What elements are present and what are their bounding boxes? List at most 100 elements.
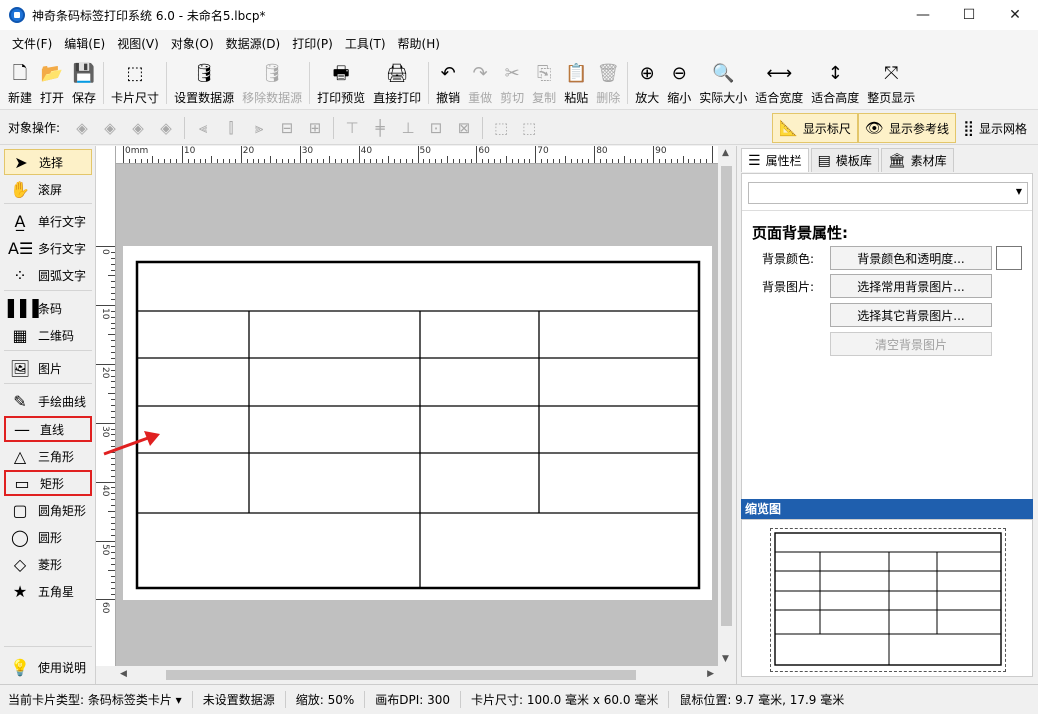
tab-label: 模板库 — [835, 154, 872, 168]
fit-height-button[interactable]: ↕ 适合高度 — [807, 58, 863, 108]
layer-bottom-icon[interactable]: ◈ — [155, 117, 177, 139]
scroll-up-icon[interactable]: ▲ — [722, 148, 729, 158]
remove-database-button[interactable]: 🛢 移除数据源 — [238, 58, 306, 108]
tab-template[interactable]: ▤ 模板库 — [810, 148, 879, 172]
tool-circle[interactable]: ◯ 圆形 — [4, 524, 92, 550]
paste-button[interactable]: 📋 粘贴 — [560, 58, 592, 108]
cut-button[interactable]: ✂ 剪切 — [496, 58, 528, 108]
ungroup-icon[interactable]: ⬚ — [518, 117, 540, 139]
tool-barcode[interactable]: ▌▌▌ 条码 — [4, 295, 92, 321]
canvas-workspace[interactable] — [116, 164, 718, 666]
same-width-icon[interactable]: ⊟ — [276, 117, 298, 139]
fit-width-button[interactable]: ⟷ 适合宽度 — [751, 58, 807, 108]
distribute-v-icon[interactable]: ⊠ — [453, 117, 475, 139]
other-bg-button[interactable]: 选择其它背景图片... — [830, 303, 992, 327]
vertical-scrollbar[interactable]: ▲ ▼ — [718, 146, 735, 666]
database-button[interactable]: 🛢 设置数据源 — [170, 58, 238, 108]
preview-page[interactable] — [770, 528, 1006, 672]
ruler-tick — [700, 159, 702, 163]
close-button[interactable]: ✕ — [992, 0, 1038, 30]
tool-multi-text[interactable]: A☰ 多行文字 — [4, 235, 92, 261]
tool-triangle[interactable]: △ 三角形 — [4, 443, 92, 469]
grid-toggle[interactable]: ⣿ 显示网格 — [956, 113, 1034, 143]
common-bg-button[interactable]: 选择常用背景图片... — [830, 274, 992, 298]
align-left-icon[interactable]: ⫷ — [192, 117, 214, 139]
tool-star[interactable]: ★ 五角星 — [4, 578, 92, 604]
align-middle-icon[interactable]: ╪ — [369, 117, 391, 139]
zoom-out-button[interactable]: ⊖ 缩小 — [663, 58, 695, 108]
tool-qrcode[interactable]: ▦ 二维码 — [4, 322, 92, 348]
bg-color-swatch[interactable] — [996, 246, 1022, 270]
ruler-label: 90 — [655, 146, 667, 156]
bg-color-button[interactable]: 背景颜色和透明度... — [830, 246, 992, 270]
menu-view[interactable]: 视图(V) — [111, 30, 165, 58]
distribute-h-icon[interactable]: ⊞ — [304, 117, 326, 139]
horizontal-scrollbar[interactable]: ◀ ▶ — [116, 666, 718, 684]
menu-datasource[interactable]: 数据源(D) — [220, 30, 287, 58]
ruler-tick — [464, 159, 466, 163]
layer-down-icon[interactable]: ◈ — [127, 117, 149, 139]
menu-print[interactable]: 打印(P) — [286, 30, 339, 58]
fit-page-button[interactable]: ⤧ 整页显示 — [863, 58, 919, 108]
menu-object[interactable]: 对象(O) — [165, 30, 220, 58]
toolbar-label: 放大 — [635, 91, 660, 105]
delete-button[interactable]: 🗑 删除 — [592, 58, 624, 108]
align-center-icon[interactable]: ⫿ — [220, 117, 242, 139]
tool-pen[interactable]: ✎ 手绘曲线 — [4, 388, 92, 414]
ruler-label: 0mm — [125, 146, 149, 156]
tool-diamond[interactable]: ◇ 菱形 — [4, 551, 92, 577]
tool-lightbulb[interactable]: 💡 使用说明 — [4, 654, 92, 680]
table-drawing[interactable] — [123, 246, 712, 600]
card-size-status: 卡片尺寸: 100.0 毫米 x 60.0 毫米 — [461, 691, 670, 708]
align-top-icon[interactable]: ⊤ — [341, 117, 363, 139]
menu-file[interactable]: 文件(F) — [6, 30, 58, 58]
ruler-toggle[interactable]: 📐 显示标尺 — [772, 113, 858, 143]
tool-rectangle[interactable]: ▭ 矩形 — [4, 470, 92, 496]
redo-button[interactable]: ↷ 重做 — [464, 58, 496, 108]
actual-size-button[interactable]: 🔍 实际大小 — [695, 58, 751, 108]
card-size-button[interactable]: ⬚ 卡片尺寸 — [107, 58, 163, 108]
ruler-tick — [111, 522, 115, 524]
printer-button[interactable]: 🖨 直接打印 — [369, 58, 425, 108]
ruler-tick — [223, 159, 225, 163]
scroll-down-icon[interactable]: ▼ — [722, 654, 729, 664]
horizontal-scroll-thumb[interactable] — [166, 670, 636, 680]
maximize-button[interactable]: ☐ — [946, 0, 992, 30]
undo-button[interactable]: ↶ 撤销 — [432, 58, 464, 108]
new-file-button[interactable]: 🗋 新建 — [4, 58, 36, 108]
tool-rounded-rect[interactable]: ▢ 圆角矩形 — [4, 497, 92, 523]
tool-line[interactable]: — 直线 — [4, 416, 92, 442]
label-page[interactable] — [123, 246, 712, 600]
tool-image[interactable]: 🖼 图片 — [4, 355, 92, 381]
copy-button[interactable]: ⎘ 复制 — [528, 58, 560, 108]
clear-bg-button[interactable]: 清空背景图片 — [830, 332, 992, 356]
card-type-status[interactable]: 当前卡片类型: 条码标签类卡片 ▾ — [8, 691, 193, 708]
align-bottom-icon[interactable]: ⊥ — [397, 117, 419, 139]
tool-single-text[interactable]: A̲ 单行文字 — [4, 208, 92, 234]
group-icon[interactable]: ⬚ — [490, 117, 512, 139]
scroll-left-icon[interactable]: ◀ — [120, 669, 127, 679]
minimize-button[interactable]: — — [900, 0, 946, 30]
eye-toggle[interactable]: 👁 显示参考线 — [857, 113, 956, 143]
save-button[interactable]: 💾 保存 — [68, 58, 100, 108]
layer-up-icon[interactable]: ◈ — [71, 117, 93, 139]
ruler-tick — [446, 156, 448, 163]
tab-library[interactable]: 🏛 素材库 — [880, 148, 954, 172]
align-right-icon[interactable]: ⫸ — [248, 117, 270, 139]
vertical-scroll-thumb[interactable] — [721, 166, 732, 626]
object-select[interactable]: ▼ — [748, 182, 1028, 204]
scroll-right-icon[interactable]: ▶ — [707, 669, 714, 679]
tab-list[interactable]: ☰ 属性栏 — [741, 148, 809, 172]
ruler-tick — [299, 146, 301, 163]
tool-arc-text[interactable]: ⁘ 圆弧文字 — [4, 262, 92, 288]
menu-edit[interactable]: 编辑(E) — [58, 30, 111, 58]
tool-cursor[interactable]: ➤ 选择 — [4, 149, 92, 175]
layer-top-icon[interactable]: ◈ — [99, 117, 121, 139]
print-preview-button[interactable]: 🖶 打印预览 — [313, 58, 369, 108]
menu-help[interactable]: 帮助(H) — [392, 30, 446, 58]
tool-hand[interactable]: ✋ 滚屏 — [4, 176, 92, 202]
menu-tools[interactable]: 工具(T) — [339, 30, 392, 58]
open-folder-button[interactable]: 📂 打开 — [36, 58, 68, 108]
zoom-in-button[interactable]: ⊕ 放大 — [631, 58, 663, 108]
same-height-icon[interactable]: ⊡ — [425, 117, 447, 139]
